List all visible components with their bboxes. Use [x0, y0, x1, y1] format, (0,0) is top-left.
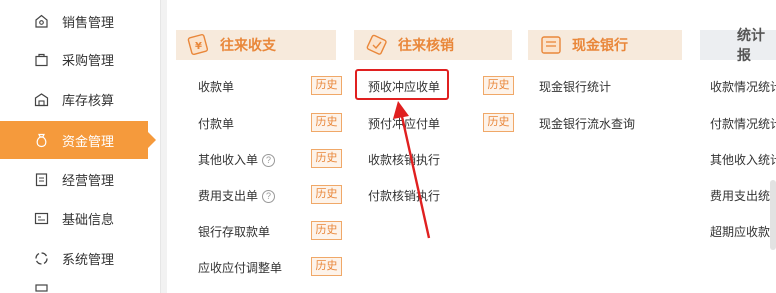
annotation-arrow-icon — [393, 101, 431, 239]
